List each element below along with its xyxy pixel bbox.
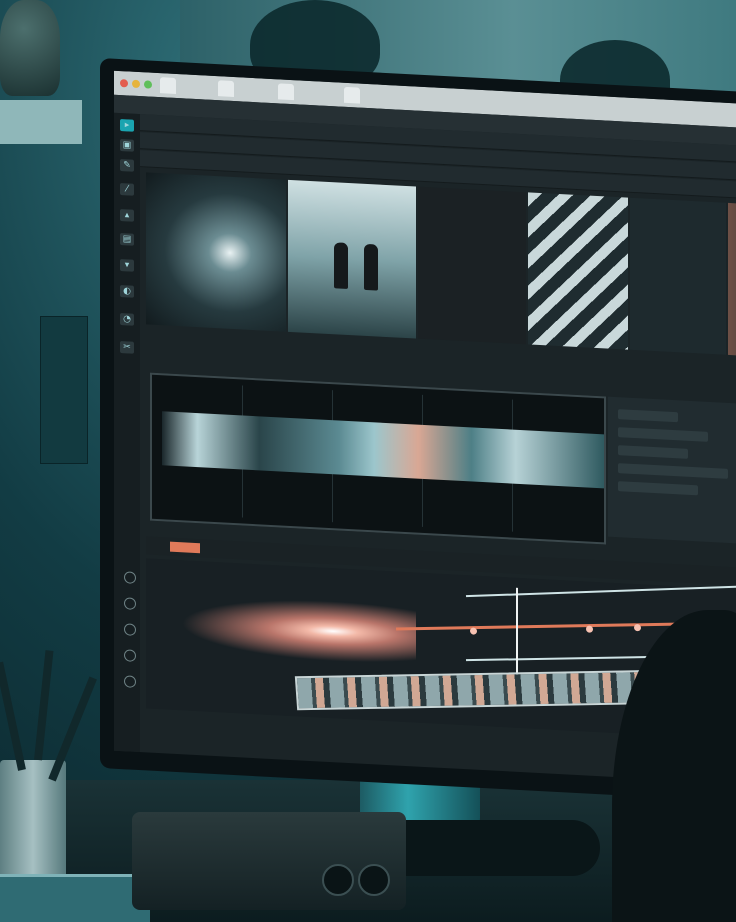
brush-icon[interactable]: ⁄ [120,183,134,196]
wall-frame [40,316,88,464]
minimize-dot[interactable] [132,79,140,89]
statue-figurine [0,0,60,96]
select-icon[interactable]: ▸ [120,119,134,132]
pencil [34,650,54,761]
audio-interface [132,812,406,910]
keyframe[interactable] [470,627,477,635]
keyframe-curve-white[interactable] [465,583,736,598]
color-icon[interactable]: ◐ [120,285,134,298]
book [0,874,150,922]
track-toggle-icon[interactable] [124,675,136,688]
knob [358,864,390,896]
tab-4[interactable] [344,86,360,104]
knob [322,864,354,896]
media-thumbnail[interactable] [146,172,286,332]
media-thumbnail[interactable] [728,202,736,359]
keyframe[interactable] [586,625,593,633]
text-icon[interactable]: ▤ [120,233,134,246]
tab-2[interactable] [218,80,234,98]
media-thumbnail[interactable] [288,179,416,339]
crop-icon[interactable]: ▣ [120,139,134,152]
audio-icon[interactable]: ◔ [120,313,134,326]
track-toggle-icon[interactable] [124,623,136,636]
cut-icon[interactable]: ✂ [120,341,134,354]
close-dot[interactable] [120,79,128,88]
panel-field[interactable] [618,409,678,423]
inspector-panel [608,396,736,546]
panel-field[interactable] [618,463,728,479]
track-toggle-icon[interactable] [124,649,136,662]
photo-scene: ▸ ▣ ✎ ⁄ ▴ ▤ ▾ ◐ ◔ ✂ [0,0,736,922]
media-bin [146,172,736,359]
person-figure [364,243,378,291]
track-toggle-icon[interactable] [124,571,136,584]
pencil [0,661,26,771]
playhead[interactable] [516,587,518,684]
preview-filmstrip [162,411,604,489]
preview-monitor[interactable] [150,372,606,545]
track-toggle-icon[interactable] [124,597,136,610]
maximize-dot[interactable] [144,80,152,89]
panel-field[interactable] [618,481,698,496]
track-controls [120,557,140,708]
shelf [0,100,82,144]
person-figure [334,242,348,289]
mask-icon[interactable]: ▴ [120,209,134,222]
audio-waveform[interactable] [156,586,416,671]
pen-icon[interactable]: ✎ [120,159,134,172]
keyframe[interactable] [634,623,641,632]
tab-1[interactable] [160,77,176,94]
pencil [48,676,97,782]
fx-icon[interactable]: ▾ [120,259,134,272]
tab-3[interactable] [278,83,294,101]
panel-field[interactable] [618,427,708,442]
playhead-timecode [170,541,200,554]
media-thumbnail[interactable] [418,186,526,345]
media-thumbnail[interactable] [528,192,628,350]
panel-field[interactable] [618,445,688,459]
media-thumbnail[interactable] [630,197,726,355]
